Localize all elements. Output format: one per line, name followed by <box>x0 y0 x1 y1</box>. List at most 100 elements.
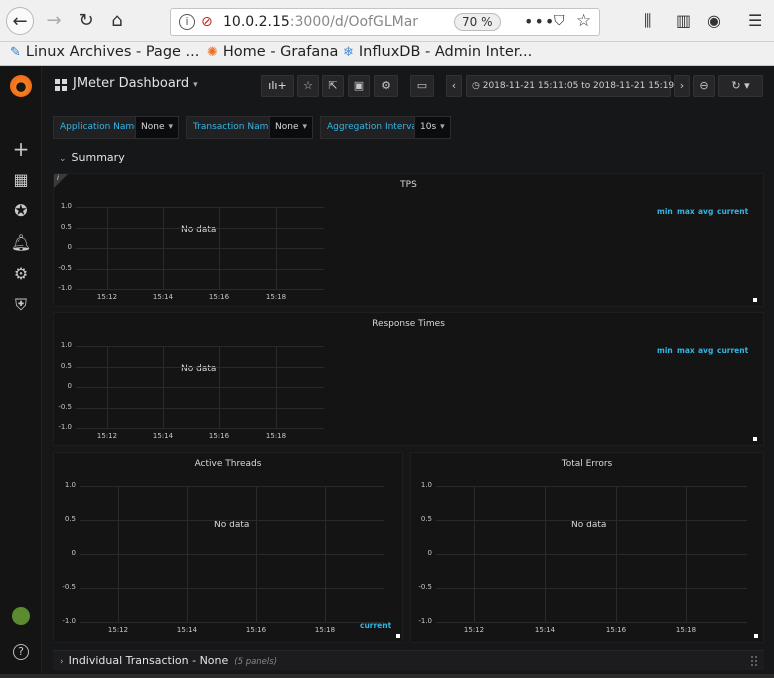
menu-icon[interactable]: ☰ <box>748 11 762 30</box>
user-avatar[interactable] <box>0 607 42 629</box>
legend-max[interactable]: max <box>677 346 695 355</box>
server-admin-shield-icon[interactable]: ⛨ <box>0 295 42 315</box>
time-range-picker[interactable]: ◷ 2018-11-21 15:11:05 to 2018-11-21 15:1… <box>466 75 697 97</box>
y-tick-label: -0.5 <box>58 264 72 272</box>
chevron-down-icon: ▾ <box>302 122 308 132</box>
library-icon[interactable]: ⫼ <box>644 11 651 31</box>
variable-value: None <box>141 122 165 132</box>
bookmark-linux-archives[interactable]: ✎ Linux Archives - Page ... <box>10 44 199 60</box>
panel-title[interactable]: Total Errors <box>411 459 763 469</box>
x-gridline <box>256 486 257 622</box>
legend-min[interactable]: min <box>657 346 673 355</box>
panel-tps[interactable]: i TPS No data min max avg current 1.0 0.5… <box>53 173 764 307</box>
create-plus-icon[interactable]: + <box>0 137 42 161</box>
variable-select-application[interactable]: None ▾ <box>135 116 180 139</box>
dashboards-icon[interactable]: ▦ <box>0 170 42 189</box>
variable-select-transaction[interactable]: None ▾ <box>269 116 314 139</box>
sidebar-toggle-icon[interactable]: ▥ <box>676 11 691 30</box>
reload-button[interactable]: ↻ <box>72 7 100 35</box>
pocket-icon[interactable]: ⛉ <box>554 13 565 29</box>
zoom-out-button[interactable]: ⊖ <box>693 75 715 97</box>
chevron-right-icon: › <box>60 657 64 667</box>
no-data-text: No data <box>181 225 217 235</box>
row-summary-header[interactable]: ⌄ Summary <box>59 151 125 164</box>
explore-compass-icon[interactable]: ✪ <box>0 201 42 220</box>
x-gridline <box>686 486 687 622</box>
bookmark-star-icon[interactable]: ☆ <box>576 11 591 31</box>
x-tick-label: 15:16 <box>208 293 230 301</box>
row-title-text: Individual Transaction - None <box>68 654 229 667</box>
legend-min[interactable]: min <box>657 207 673 216</box>
chevron-down-icon: ▾ <box>440 122 445 132</box>
panel-total-errors[interactable]: Total Errors No data 1.0 0.5 0 -0.5 -1.0 15:1… <box>410 452 764 643</box>
time-forward-button[interactable]: › <box>674 75 690 97</box>
x-tick-label: 15:14 <box>534 626 556 634</box>
zoom-indicator[interactable]: 70 % <box>454 13 501 31</box>
legend-current[interactable]: current <box>717 346 748 355</box>
home-button[interactable]: ⌂ <box>103 7 131 35</box>
star-dashboard-button[interactable]: ☆ <box>297 75 319 97</box>
y-gridline <box>80 554 384 555</box>
x-gridline <box>118 486 119 622</box>
url-bar[interactable]: i ⊘ 10.0.2.15:3000/d/OofGLMam 70 % ••• ⛉… <box>170 8 600 36</box>
x-tick-label: 15:12 <box>96 432 118 440</box>
resize-handle[interactable] <box>396 634 400 638</box>
url-host: 10.0.2.15 <box>223 14 290 30</box>
x-tick-label: 15:18 <box>265 293 287 301</box>
save-dashboard-button[interactable]: ▣ <box>348 75 370 97</box>
resize-handle[interactable] <box>753 298 757 302</box>
y-tick-label: -1.0 <box>418 617 432 625</box>
legend-max[interactable]: max <box>677 207 695 216</box>
resize-handle[interactable] <box>753 437 757 441</box>
drag-handle-icon[interactable] <box>750 655 758 667</box>
forward-button[interactable]: → <box>40 7 68 35</box>
resize-handle[interactable] <box>754 634 758 638</box>
back-button[interactable]: ← <box>6 7 34 35</box>
settings-gear-button[interactable]: ⚙ <box>374 75 398 97</box>
y-tick-label: 0.5 <box>60 223 72 231</box>
configuration-gear-icon[interactable]: ⚙ <box>0 264 42 283</box>
grafana-sidebar: + ▦ ✪ 🔔︎ ⚙ ⛨ ? <box>0 67 42 678</box>
page-actions-icon[interactable]: ••• <box>524 12 555 31</box>
y-tick-label: -1.0 <box>62 617 76 625</box>
insecure-lock-icon[interactable]: ⊘ <box>201 14 213 30</box>
influxdb-icon: ❄ <box>343 45 354 60</box>
info-icon[interactable]: i <box>179 14 195 30</box>
view-mode-tv-button[interactable]: ▭ <box>410 75 434 97</box>
panel-response-times[interactable]: Response Times No data min max avg curre… <box>53 312 764 446</box>
chevron-down-icon: ▾ <box>168 122 174 132</box>
panel-title[interactable]: Active Threads <box>54 459 402 469</box>
legend-avg[interactable]: avg <box>698 207 713 216</box>
dashboard-title[interactable]: JMeter Dashboard ▾ <box>73 76 198 91</box>
bookmark-influxdb[interactable]: ❄ InfluxDB - Admin Inter... <box>343 44 532 60</box>
panel-title[interactable]: TPS <box>54 180 763 190</box>
bookmark-label: InfluxDB - Admin Inter... <box>358 44 533 60</box>
panel-active-threads[interactable]: Active Threads No data current 1.0 0.5 0 -0… <box>53 452 403 643</box>
grafana-logo-icon[interactable] <box>10 75 32 97</box>
x-gridline <box>616 486 617 622</box>
y-gridline <box>80 520 384 521</box>
legend-current[interactable]: current <box>717 207 748 216</box>
refresh-button[interactable]: ↻ ▾ <box>718 75 763 97</box>
help-icon[interactable]: ? <box>0 640 42 660</box>
row-individual-transaction[interactable]: › Individual Transaction - None (5 panels) <box>53 650 764 670</box>
time-back-button[interactable]: ‹ <box>446 75 462 97</box>
alerting-bell-icon[interactable]: 🔔︎ <box>0 233 42 252</box>
chevron-down-icon: ⌄ <box>59 154 67 164</box>
x-tick-label: 15:16 <box>605 626 627 634</box>
bottom-scrollbar[interactable] <box>0 674 774 678</box>
y-gridline <box>436 622 747 623</box>
y-gridline <box>76 248 324 249</box>
grafana-icon: ✺ <box>207 45 218 60</box>
variable-select-aggregation[interactable]: 10s ▾ <box>414 116 451 139</box>
panel-title[interactable]: Response Times <box>54 319 763 329</box>
url-text[interactable]: 10.0.2.15:3000/d/OofGLMam <box>223 14 418 30</box>
bookmark-grafana[interactable]: ✺ Home - Grafana <box>207 44 338 60</box>
share-dashboard-button[interactable]: ⇱ <box>322 75 344 97</box>
account-icon[interactable]: ◉ <box>707 11 721 30</box>
add-panel-button[interactable]: ılı+ <box>261 75 294 97</box>
y-gridline <box>436 486 747 487</box>
x-gridline <box>107 346 108 428</box>
legend-avg[interactable]: avg <box>698 346 713 355</box>
x-tick-label: 15:16 <box>208 432 230 440</box>
